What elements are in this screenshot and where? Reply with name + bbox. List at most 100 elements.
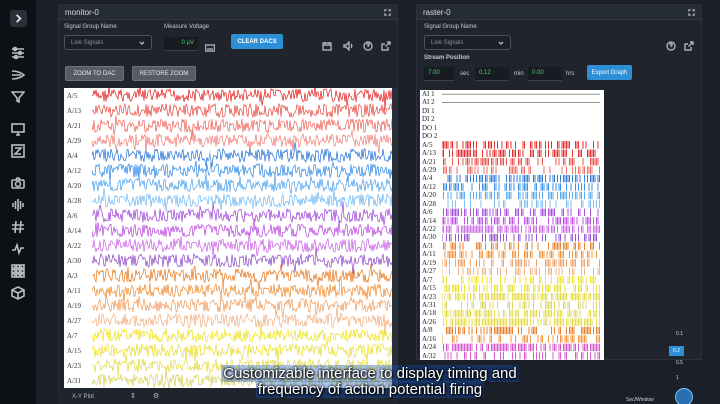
snapshot-button[interactable] [8, 174, 28, 192]
channel-label: A/30 [67, 256, 81, 265]
signal-group-select[interactable]: Live Signals [64, 35, 152, 50]
raster-row-label: A/26 [422, 317, 436, 326]
restore-zoom-button[interactable]: RESTORE ZOOM [132, 66, 196, 81]
channel-trace [92, 291, 392, 319]
signals-button[interactable] [8, 66, 28, 84]
settings-sliders-button[interactable] [8, 44, 28, 62]
spike-train [444, 250, 597, 259]
raster-row-label: A/4 [422, 174, 433, 183]
external-link-icon [381, 41, 391, 51]
grid-layout-button[interactable] [8, 218, 28, 236]
channel-label: A/20 [67, 181, 81, 190]
expand-icon[interactable] [688, 8, 695, 16]
hours-unit: hrs [566, 71, 575, 77]
spike-train [443, 318, 600, 326]
spike-train [442, 309, 600, 318]
raster-row-label: AI 1 [422, 90, 435, 98]
spike-train [446, 326, 600, 335]
raster-row-label: A/27 [422, 267, 436, 276]
help-button[interactable] [363, 38, 373, 51]
sec-window-option[interactable]: 1 [676, 375, 679, 381]
raster-row-label: DI 2 [422, 115, 435, 124]
sec-window-label: Sec/Window [626, 397, 654, 403]
spike-train [442, 267, 600, 276]
raster-row-label: DO 1 [422, 123, 438, 132]
video-caption: Customizable interface to display timing… [120, 365, 620, 398]
activity-button[interactable] [8, 240, 28, 258]
raster-row-label: A/8 [422, 326, 433, 335]
channel-trace [92, 102, 392, 119]
signal-group-label: Signal Group Name [64, 24, 117, 30]
raster-help-button[interactable] [666, 38, 676, 51]
seconds-field[interactable]: 7.00 [424, 67, 454, 81]
export-graph-button[interactable]: Export Graph [587, 65, 632, 80]
grid-icon [11, 264, 25, 278]
impedance-button[interactable] [8, 142, 28, 160]
monitor-view-button[interactable] [8, 120, 28, 138]
channel-trace [92, 306, 392, 334]
expand-icon[interactable] [384, 8, 391, 16]
raster-canvas[interactable] [442, 90, 604, 360]
raster-row-label: DI 1 [422, 106, 435, 115]
spike-train [442, 141, 599, 149]
monitor-header: monitor-0 [59, 5, 397, 20]
monitor-title: monitor-0 [65, 7, 99, 17]
3d-view-button[interactable] [8, 284, 28, 302]
channel-label: A/6 [67, 211, 78, 220]
channel-label: A/11 [67, 286, 81, 295]
raster-signal-group-select[interactable]: Live Signals [424, 35, 511, 50]
hash-icon [12, 220, 24, 234]
calendar-button[interactable] [322, 38, 332, 51]
trace-canvas[interactable] [92, 88, 392, 388]
raster-row-label: A/19 [422, 258, 436, 267]
hours-field[interactable]: 0.00 [528, 67, 562, 81]
sec-window-option[interactable]: 0.5 [676, 360, 683, 366]
raster-plot[interactable]: AI 1 AI 2 DI 1 DI 2 DO 1 DO 2 A/5 A/13 A/21 A/29 A… [420, 90, 604, 360]
raster-row-label: A/12 [422, 182, 436, 191]
spike-train [442, 233, 597, 242]
spike-train [443, 166, 600, 174]
raster-row-label: A/16 [422, 334, 436, 343]
app-root: monitor-0 Signal Group Name Live Signals… [0, 0, 720, 404]
measure-voltage-field[interactable]: 0 µV [164, 37, 198, 51]
sec-window-option[interactable]: 0.1 [676, 331, 683, 337]
array-button[interactable] [8, 262, 28, 280]
raster-row-label: A/22 [422, 225, 436, 233]
spike-train [442, 259, 600, 267]
keyboard-button[interactable] [204, 40, 216, 52]
channel-label: A/23 [67, 361, 81, 370]
raster-row-label: A/11 [422, 250, 436, 259]
monitor-scrollbar[interactable] [392, 88, 398, 388]
spike-train [442, 217, 599, 225]
channel-label: A/28 [67, 196, 81, 205]
zoom-to-dac-button[interactable]: ZOOM TO DAC [65, 66, 124, 81]
raster-popout-button[interactable] [684, 38, 694, 51]
sec-window-option[interactable]: 0.2 [669, 346, 684, 356]
minutes-field[interactable]: 0.12 [475, 67, 509, 81]
spike-train [447, 174, 600, 183]
waveform-icon [12, 199, 24, 211]
sec-window-dial[interactable] [675, 388, 693, 404]
channel-label: A/29 [67, 136, 81, 145]
filter-button[interactable] [8, 88, 28, 106]
raster-row-label: A/15 [422, 284, 436, 293]
speaker-icon [343, 40, 353, 52]
channel-label: A/19 [67, 301, 81, 310]
expand-sidebar-button[interactable] [10, 10, 27, 27]
keyboard-icon [204, 44, 216, 52]
clear-dacs-button[interactable]: CLEAR DACS [231, 34, 283, 49]
signal-group-value: Live Signals [71, 39, 104, 46]
measure-voltage-label: Measure Voltage [164, 24, 210, 30]
raster-row-label: A/24 [422, 343, 436, 352]
audio-button[interactable] [343, 38, 353, 52]
raster-row-label: A/18 [422, 309, 436, 318]
monitor-icon [11, 123, 25, 136]
filter-icon [11, 91, 25, 104]
spike-train [444, 284, 600, 292]
xy-plot-select[interactable]: X-Y Plot [72, 394, 94, 400]
trace-plot[interactable]: A/5 A/13 A/21 A/29 A/4 A/12 A/20 A/28 A/6 A/14 A/2… [64, 88, 394, 388]
spike-train [443, 208, 599, 217]
waveform-button[interactable] [8, 196, 28, 214]
popout-button[interactable] [381, 38, 391, 51]
spike-train [444, 352, 600, 360]
